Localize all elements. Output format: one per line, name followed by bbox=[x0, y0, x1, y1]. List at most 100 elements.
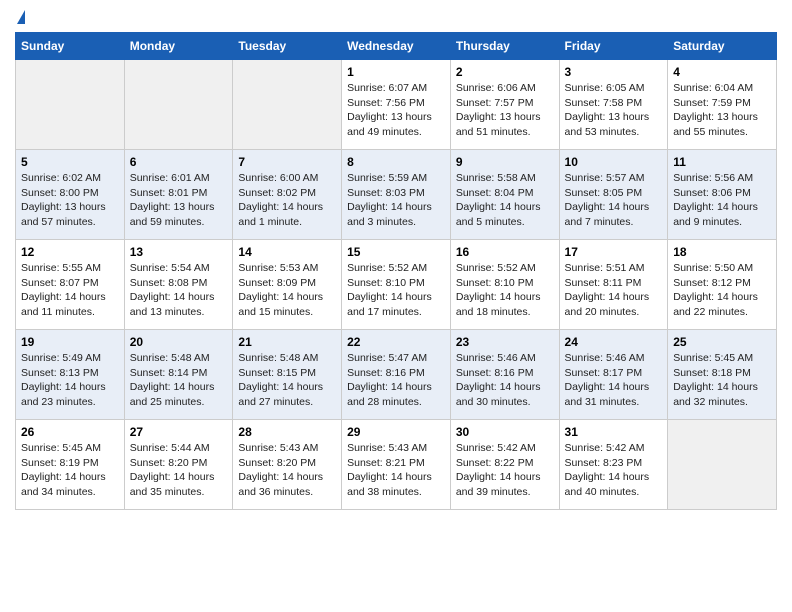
day-header-monday: Monday bbox=[124, 33, 233, 60]
day-info: Sunrise: 5:55 AM Sunset: 8:07 PM Dayligh… bbox=[21, 261, 119, 320]
calendar-cell: 28 Sunrise: 5:43 AM Sunset: 8:20 PM Dayli… bbox=[233, 420, 342, 510]
day-info: Sunrise: 5:42 AM Sunset: 8:23 PM Dayligh… bbox=[565, 441, 663, 500]
day-info: Sunrise: 5:46 AM Sunset: 8:17 PM Dayligh… bbox=[565, 351, 663, 410]
calendar-cell: 24 Sunrise: 5:46 AM Sunset: 8:17 PM Dayli… bbox=[559, 330, 668, 420]
day-number: 20 bbox=[130, 335, 228, 349]
header-row: SundayMondayTuesdayWednesdayThursdayFrid… bbox=[16, 33, 777, 60]
day-info: Sunrise: 5:46 AM Sunset: 8:16 PM Dayligh… bbox=[456, 351, 554, 410]
calendar-cell: 13 Sunrise: 5:54 AM Sunset: 8:08 PM Dayli… bbox=[124, 240, 233, 330]
day-info: Sunrise: 5:57 AM Sunset: 8:05 PM Dayligh… bbox=[565, 171, 663, 230]
day-number: 23 bbox=[456, 335, 554, 349]
week-row-2: 5Sunrise: 6:02 AM Sunset: 8:00 PM Daylig… bbox=[16, 150, 777, 240]
day-header-friday: Friday bbox=[559, 33, 668, 60]
week-row-4: 19 Sunrise: 5:49 AM Sunset: 8:13 PM Dayli… bbox=[16, 330, 777, 420]
day-number: 30 bbox=[456, 425, 554, 439]
calendar-cell: 4 Sunrise: 6:04 AM Sunset: 7:59 PM Daylig… bbox=[668, 60, 777, 150]
day-info: Sunrise: 6:04 AM Sunset: 7:59 PM Dayligh… bbox=[673, 81, 771, 140]
day-number: 1 bbox=[347, 65, 445, 79]
calendar-cell bbox=[668, 420, 777, 510]
calendar-cell: 6 Sunrise: 6:01 AM Sunset: 8:01 PM Daylig… bbox=[124, 150, 233, 240]
day-number: 29 bbox=[347, 425, 445, 439]
day-header-sunday: Sunday bbox=[16, 33, 125, 60]
calendar-cell: 21 Sunrise: 5:48 AM Sunset: 8:15 PM Dayli… bbox=[233, 330, 342, 420]
day-number: 8 bbox=[347, 155, 445, 169]
calendar-cell: 19 Sunrise: 5:49 AM Sunset: 8:13 PM Dayli… bbox=[16, 330, 125, 420]
week-row-5: 26Sunrise: 5:45 AM Sunset: 8:19 PM Dayli… bbox=[16, 420, 777, 510]
calendar-cell bbox=[16, 60, 125, 150]
day-header-wednesday: Wednesday bbox=[342, 33, 451, 60]
calendar-body: 1 Sunrise: 6:07 AM Sunset: 7:56 PM Daylig… bbox=[16, 60, 777, 510]
calendar-table: SundayMondayTuesdayWednesdayThursdayFrid… bbox=[15, 32, 777, 510]
calendar-cell: 8 Sunrise: 5:59 AM Sunset: 8:03 PM Daylig… bbox=[342, 150, 451, 240]
calendar-cell: 17 Sunrise: 5:51 AM Sunset: 8:11 PM Dayli… bbox=[559, 240, 668, 330]
day-number: 6 bbox=[130, 155, 228, 169]
logo-triangle-icon bbox=[17, 10, 25, 24]
day-number: 15 bbox=[347, 245, 445, 259]
day-number: 14 bbox=[238, 245, 336, 259]
day-number: 17 bbox=[565, 245, 663, 259]
day-info: Sunrise: 5:50 AM Sunset: 8:12 PM Dayligh… bbox=[673, 261, 771, 320]
day-number: 11 bbox=[673, 155, 771, 169]
day-info: Sunrise: 6:07 AM Sunset: 7:56 PM Dayligh… bbox=[347, 81, 445, 140]
day-number: 18 bbox=[673, 245, 771, 259]
day-info: Sunrise: 6:05 AM Sunset: 7:58 PM Dayligh… bbox=[565, 81, 663, 140]
calendar-cell bbox=[233, 60, 342, 150]
day-info: Sunrise: 6:00 AM Sunset: 8:02 PM Dayligh… bbox=[238, 171, 336, 230]
day-number: 21 bbox=[238, 335, 336, 349]
day-number: 2 bbox=[456, 65, 554, 79]
calendar-cell: 3Sunrise: 6:05 AM Sunset: 7:58 PM Daylig… bbox=[559, 60, 668, 150]
day-info: Sunrise: 5:58 AM Sunset: 8:04 PM Dayligh… bbox=[456, 171, 554, 230]
day-info: Sunrise: 5:43 AM Sunset: 8:20 PM Dayligh… bbox=[238, 441, 336, 500]
calendar-cell: 27 Sunrise: 5:44 AM Sunset: 8:20 PM Dayli… bbox=[124, 420, 233, 510]
calendar-cell: 26Sunrise: 5:45 AM Sunset: 8:19 PM Dayli… bbox=[16, 420, 125, 510]
day-info: Sunrise: 5:43 AM Sunset: 8:21 PM Dayligh… bbox=[347, 441, 445, 500]
calendar-cell bbox=[124, 60, 233, 150]
day-info: Sunrise: 5:59 AM Sunset: 8:03 PM Dayligh… bbox=[347, 171, 445, 230]
day-number: 10 bbox=[565, 155, 663, 169]
day-info: Sunrise: 5:42 AM Sunset: 8:22 PM Dayligh… bbox=[456, 441, 554, 500]
calendar-cell: 22Sunrise: 5:47 AM Sunset: 8:16 PM Dayli… bbox=[342, 330, 451, 420]
day-info: Sunrise: 6:01 AM Sunset: 8:01 PM Dayligh… bbox=[130, 171, 228, 230]
calendar-cell: 14Sunrise: 5:53 AM Sunset: 8:09 PM Dayli… bbox=[233, 240, 342, 330]
day-number: 26 bbox=[21, 425, 119, 439]
day-info: Sunrise: 5:45 AM Sunset: 8:18 PM Dayligh… bbox=[673, 351, 771, 410]
day-number: 9 bbox=[456, 155, 554, 169]
day-number: 5 bbox=[21, 155, 119, 169]
calendar-cell: 1 Sunrise: 6:07 AM Sunset: 7:56 PM Daylig… bbox=[342, 60, 451, 150]
day-number: 19 bbox=[21, 335, 119, 349]
logo bbox=[15, 10, 25, 24]
week-row-1: 1 Sunrise: 6:07 AM Sunset: 7:56 PM Daylig… bbox=[16, 60, 777, 150]
day-info: Sunrise: 5:44 AM Sunset: 8:20 PM Dayligh… bbox=[130, 441, 228, 500]
day-number: 16 bbox=[456, 245, 554, 259]
calendar-cell: 15 Sunrise: 5:52 AM Sunset: 8:10 PM Dayli… bbox=[342, 240, 451, 330]
calendar-cell: 2 Sunrise: 6:06 AM Sunset: 7:57 PM Daylig… bbox=[450, 60, 559, 150]
day-info: Sunrise: 5:52 AM Sunset: 8:10 PM Dayligh… bbox=[456, 261, 554, 320]
day-header-thursday: Thursday bbox=[450, 33, 559, 60]
day-number: 27 bbox=[130, 425, 228, 439]
day-info: Sunrise: 5:54 AM Sunset: 8:08 PM Dayligh… bbox=[130, 261, 228, 320]
day-info: Sunrise: 5:49 AM Sunset: 8:13 PM Dayligh… bbox=[21, 351, 119, 410]
header bbox=[15, 10, 777, 24]
day-number: 12 bbox=[21, 245, 119, 259]
calendar-cell: 18 Sunrise: 5:50 AM Sunset: 8:12 PM Dayli… bbox=[668, 240, 777, 330]
calendar-cell: 5Sunrise: 6:02 AM Sunset: 8:00 PM Daylig… bbox=[16, 150, 125, 240]
day-number: 25 bbox=[673, 335, 771, 349]
day-header-saturday: Saturday bbox=[668, 33, 777, 60]
day-number: 4 bbox=[673, 65, 771, 79]
day-info: Sunrise: 5:48 AM Sunset: 8:15 PM Dayligh… bbox=[238, 351, 336, 410]
day-number: 13 bbox=[130, 245, 228, 259]
calendar-cell: 10 Sunrise: 5:57 AM Sunset: 8:05 PM Dayli… bbox=[559, 150, 668, 240]
calendar-header: SundayMondayTuesdayWednesdayThursdayFrid… bbox=[16, 33, 777, 60]
day-number: 28 bbox=[238, 425, 336, 439]
day-number: 24 bbox=[565, 335, 663, 349]
day-info: Sunrise: 6:06 AM Sunset: 7:57 PM Dayligh… bbox=[456, 81, 554, 140]
calendar-cell: 20 Sunrise: 5:48 AM Sunset: 8:14 PM Dayli… bbox=[124, 330, 233, 420]
calendar-cell: 31Sunrise: 5:42 AM Sunset: 8:23 PM Dayli… bbox=[559, 420, 668, 510]
week-row-3: 12 Sunrise: 5:55 AM Sunset: 8:07 PM Dayli… bbox=[16, 240, 777, 330]
day-info: Sunrise: 5:48 AM Sunset: 8:14 PM Dayligh… bbox=[130, 351, 228, 410]
day-info: Sunrise: 5:52 AM Sunset: 8:10 PM Dayligh… bbox=[347, 261, 445, 320]
day-number: 22 bbox=[347, 335, 445, 349]
day-info: Sunrise: 5:51 AM Sunset: 8:11 PM Dayligh… bbox=[565, 261, 663, 320]
calendar-cell: 12 Sunrise: 5:55 AM Sunset: 8:07 PM Dayli… bbox=[16, 240, 125, 330]
day-info: Sunrise: 5:56 AM Sunset: 8:06 PM Dayligh… bbox=[673, 171, 771, 230]
